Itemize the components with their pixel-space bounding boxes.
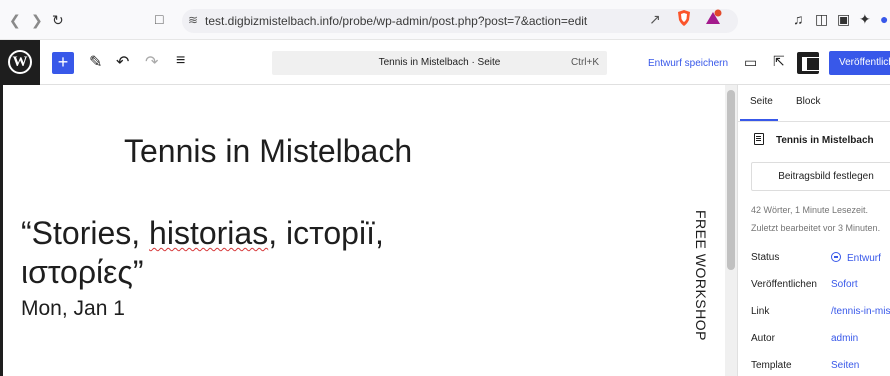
word-count: 42 Wörter, 1 Minute Lesezeit. [751,205,869,215]
canvas-scroll-thumb[interactable] [727,90,735,270]
document-title: Tennis in Mistelbach · Seite [378,57,501,68]
edit-pencil-icon[interactable]: ✎ [89,52,102,72]
music-icon[interactable]: ♫ [793,11,804,27]
forward-arrow-icon[interactable]: ❯ [31,12,43,29]
author-value[interactable]: admin [831,333,858,344]
save-draft-button[interactable]: Entwurf speichern [648,58,728,69]
document-bar[interactable]: Tennis in Mistelbach · Seite Ctrl+K [272,51,607,75]
page-icon [754,133,764,145]
browser-toolbar: ❮ ❯ ↻ □ ≋ test.digbizmistelbach.info/pro… [0,0,890,40]
link-label: Link [751,306,770,317]
template-value[interactable]: Seiten [831,360,859,371]
post-title[interactable]: Tennis in Mistelbach [124,133,412,170]
leo-icon[interactable]: ✦ [859,11,871,28]
site-settings-icon[interactable]: ≋ [188,13,198,27]
bookmark-icon[interactable]: □ [155,11,163,27]
wallet-icon[interactable]: ▣ [837,11,850,28]
command-shortcut: Ctrl+K [570,57,599,68]
editor-canvas[interactable]: Tennis in Mistelbach “Stories, historias… [0,85,725,376]
page-name: Tennis in Mistelbach [776,135,874,146]
template-label: Template [751,360,792,371]
share-icon[interactable]: ↗ [649,11,661,28]
tab-block[interactable]: Block [796,96,820,107]
redo-icon[interactable]: ↷ [145,52,158,72]
featured-image-button[interactable]: Beitragsbild festlegen [751,162,890,191]
misspelled-word[interactable]: historias [149,215,268,251]
back-arrow-icon[interactable]: ❮ [9,12,21,29]
draft-status-icon [831,252,841,262]
publish-value[interactable]: Sofort [831,279,858,290]
tabs-divider [738,121,890,122]
add-block-button[interactable]: + [52,52,74,74]
settings-toggle-icon[interactable] [797,52,820,74]
brave-rewards-icon[interactable] [704,9,722,27]
quote-block[interactable]: “Stories, historias, історії, ιστορίες” [21,214,461,292]
tab-page[interactable]: Seite [750,96,773,107]
url-text[interactable]: test.digbizmistelbach.info/probe/wp-admi… [205,14,587,28]
status-value[interactable]: Entwurf [831,252,881,264]
wordpress-logo-icon[interactable]: W [0,40,40,85]
editor-toolbar: W + ✎ ↶ ↷ ≡ Tennis in Mistelbach · Seite… [0,40,890,85]
reload-icon[interactable]: ↻ [52,12,64,29]
last-edited: Zuletzt bearbeitet vor 3 Minuten. [751,223,881,233]
list-view-icon[interactable]: ≡ [176,52,185,70]
status-label: Status [751,252,780,263]
publish-button[interactable]: Veröffentlichen [829,51,890,75]
brave-shield-icon[interactable] [676,9,692,27]
profile-icon[interactable]: ● [880,11,888,27]
fullscreen-icon[interactable]: ⇱ [773,53,785,70]
vertical-text-block[interactable]: FREE WORKSHOP [693,210,709,341]
quote-text-start: “Stories, [21,215,150,251]
undo-icon[interactable]: ↶ [116,52,129,72]
sidebar-toggle-icon[interactable]: ◫ [815,11,828,28]
settings-sidebar: Seite Block Tennis in Mistelbach Beitrag… [737,85,890,376]
author-label: Autor [751,333,775,344]
preview-icon[interactable]: ▭ [744,54,757,71]
publish-label: Veröffentlichen [751,279,817,290]
link-value[interactable]: /tennis-in-mistelbach/ [831,306,890,317]
date-block[interactable]: Mon, Jan 1 [21,297,125,321]
